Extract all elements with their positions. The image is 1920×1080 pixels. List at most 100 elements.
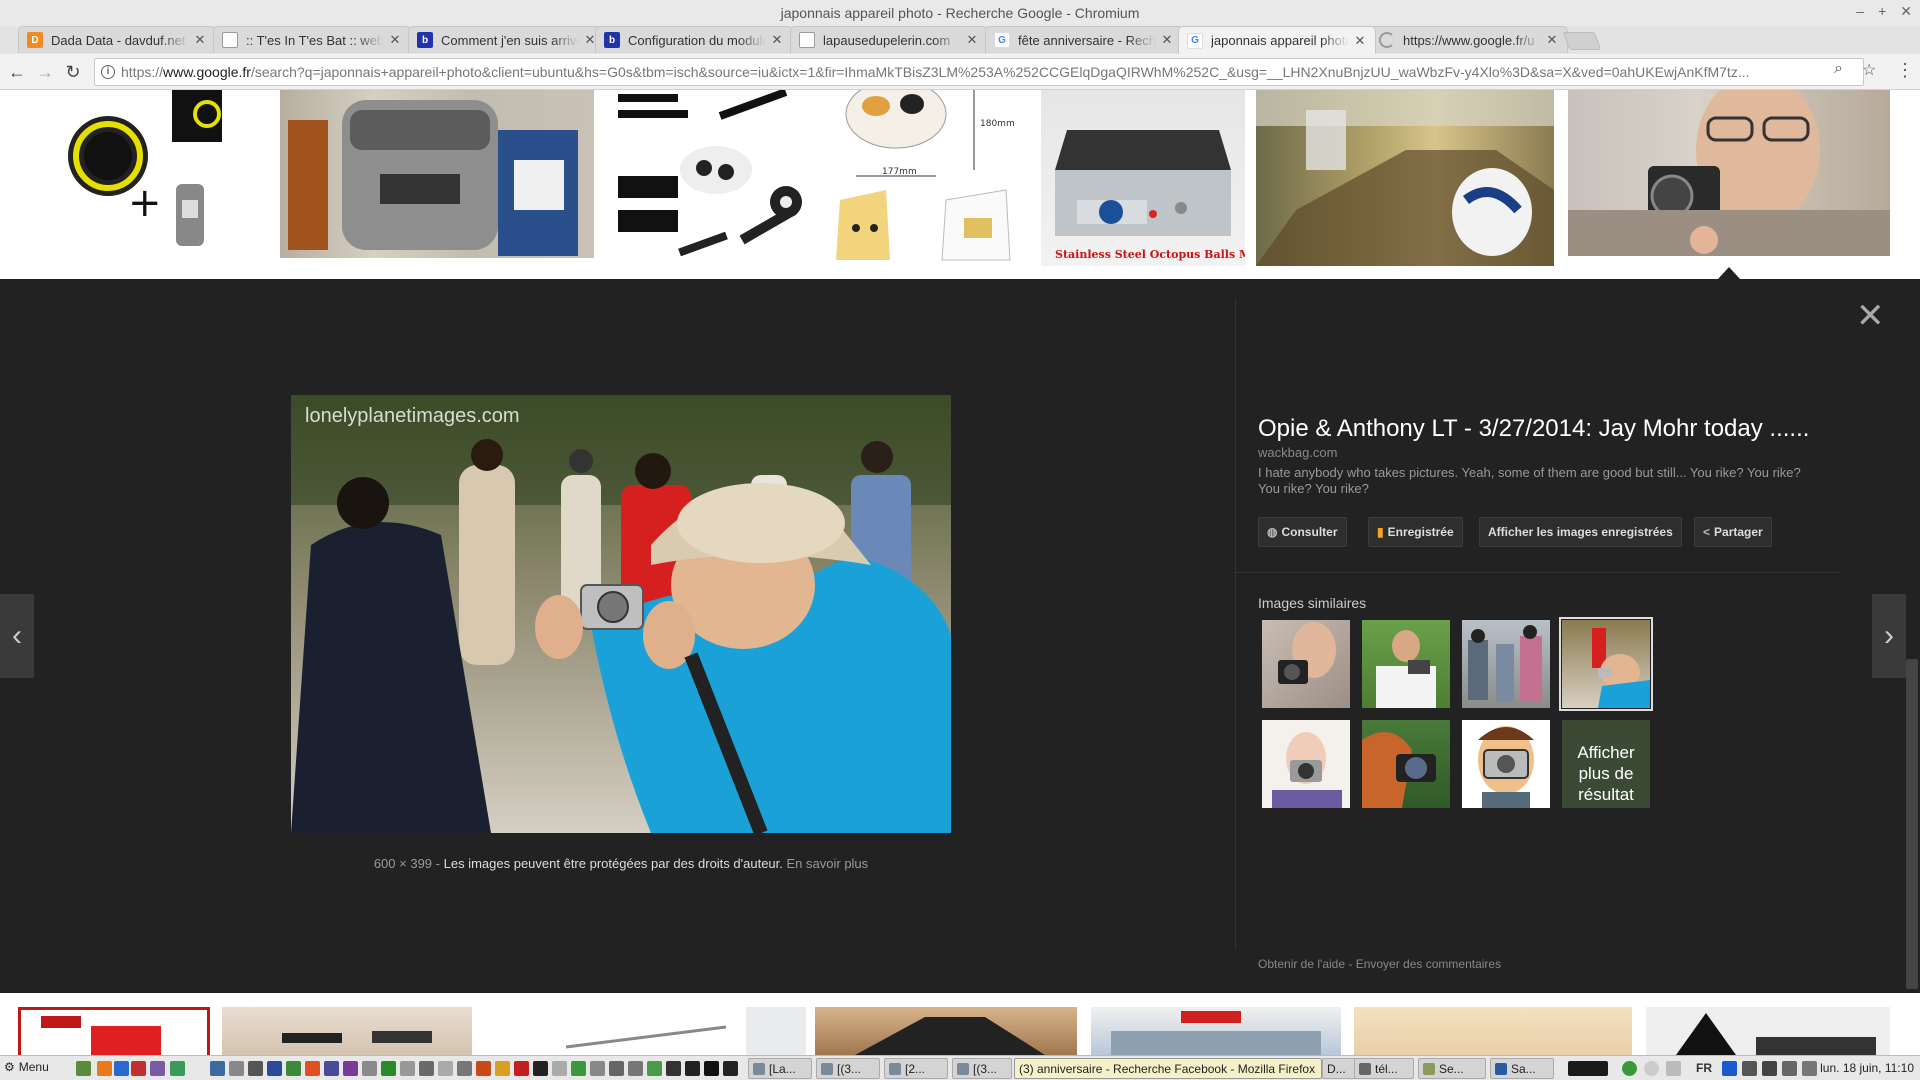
app-icon[interactable] <box>495 1061 510 1076</box>
app-icon[interactable] <box>381 1061 396 1076</box>
thumbnail-image[interactable] <box>222 1007 472 1055</box>
app-icon[interactable] <box>666 1061 681 1076</box>
keyboard-layout-indicator[interactable]: FR <box>1696 1061 1712 1075</box>
tray-icon[interactable] <box>1666 1061 1681 1076</box>
page-scrollbar[interactable] <box>1906 659 1918 989</box>
preview-image[interactable]: lonelyplanetimages.com <box>291 395 951 833</box>
tab-close-icon[interactable]: ✕ <box>770 32 784 48</box>
taskbar-window-active[interactable]: (3) anniversaire - Recherche Facebook - … <box>1014 1058 1322 1079</box>
tab[interactable]: G fête anniversaire - Recherche ✕ <box>985 26 1183 53</box>
saved-button[interactable]: ▮ Enregistrée <box>1368 517 1463 547</box>
taskbar-window[interactable]: [(3... <box>816 1058 880 1079</box>
similar-image[interactable] <box>1462 720 1550 808</box>
bookmark-star-icon[interactable]: ☆ <box>1862 60 1876 80</box>
app-icon[interactable] <box>170 1061 185 1076</box>
previous-image-button[interactable]: ‹ <box>0 594 34 678</box>
clock[interactable]: lun. 18 juin, 11:10 <box>1820 1061 1914 1075</box>
zoom-magnifier-icon[interactable]: ⌕ <box>1834 60 1843 78</box>
thumbnail-image[interactable] <box>1646 1007 1890 1055</box>
taskbar-window[interactable]: Sa... <box>1490 1058 1554 1079</box>
app-icon[interactable] <box>131 1061 146 1076</box>
firefox-icon[interactable] <box>97 1061 112 1076</box>
app-icon[interactable] <box>305 1061 320 1076</box>
tab[interactable]: b Configuration du module ✕ <box>595 26 793 53</box>
taskbar-window[interactable]: tél... <box>1354 1058 1414 1079</box>
back-arrow-icon[interactable]: ← <box>6 61 28 83</box>
app-icon[interactable] <box>362 1061 377 1076</box>
volume-icon[interactable] <box>1782 1061 1797 1076</box>
similar-image[interactable] <box>1362 620 1450 708</box>
view-saved-images-button[interactable]: Afficher les images enregistrées <box>1479 517 1682 547</box>
app-icon[interactable] <box>229 1061 244 1076</box>
app-icon[interactable] <box>476 1061 491 1076</box>
thumbnail-image[interactable] <box>608 90 808 266</box>
shield-icon[interactable] <box>1622 1061 1637 1076</box>
thumbnail-image[interactable]: 180mm 177mm <box>826 90 1026 266</box>
app-icon[interactable] <box>150 1061 165 1076</box>
tab[interactable]: b Comment j'en suis arrivé ✕ <box>408 26 606 53</box>
taskbar-window[interactable]: [La... <box>748 1058 812 1079</box>
app-icon[interactable] <box>419 1061 434 1076</box>
checkmark-icon[interactable] <box>1644 1061 1659 1076</box>
tab-close-icon[interactable]: ✕ <box>1160 32 1174 48</box>
app-icon[interactable] <box>590 1061 605 1076</box>
taskbar-window[interactable]: Se... <box>1418 1058 1486 1079</box>
battery-icon[interactable] <box>1802 1061 1817 1076</box>
app-icon[interactable] <box>571 1061 586 1076</box>
thumbnail-image[interactable] <box>1256 90 1554 266</box>
address-bar[interactable]: i https://www.google.fr/search?q=japonna… <box>94 58 1864 86</box>
more-results-button[interactable]: Afficher plus de résultat <box>1562 720 1650 808</box>
thumbnail-image[interactable] <box>815 1007 1077 1055</box>
app-icon[interactable] <box>609 1061 624 1076</box>
tab-close-icon[interactable]: ✕ <box>1545 32 1559 48</box>
thumbnail-image[interactable]: Stainless Steel Octopus Balls Maker <box>1041 90 1245 266</box>
app-icon[interactable] <box>552 1061 567 1076</box>
thumbnail-image[interactable]: + <box>42 90 232 262</box>
app-icon[interactable] <box>324 1061 339 1076</box>
tab[interactable]: :: T'es In T'es Bat :: webzine ✕ <box>213 26 411 53</box>
menu-dots-icon[interactable]: ⋮ <box>1896 60 1914 81</box>
result-source[interactable]: wackbag.com <box>1258 445 1337 460</box>
app-icon[interactable] <box>248 1061 263 1076</box>
new-tab-button[interactable] <box>1562 32 1602 50</box>
tab-close-icon[interactable]: ✕ <box>965 32 979 48</box>
learn-more-link[interactable]: En savoir plus <box>787 856 869 871</box>
tab[interactable]: lapausedupelerin.com ✕ <box>790 26 988 53</box>
app-icon[interactable] <box>457 1061 472 1076</box>
start-menu-button[interactable]: ⚙ Menu <box>4 1060 49 1074</box>
close-preview-icon[interactable]: ✕ <box>1856 299 1885 333</box>
app-icon[interactable] <box>210 1061 225 1076</box>
show-desktop-icon[interactable] <box>76 1061 91 1076</box>
app-icon[interactable] <box>647 1061 662 1076</box>
app-icon[interactable] <box>628 1061 643 1076</box>
network-icon[interactable] <box>1742 1061 1757 1076</box>
share-button[interactable]: < Partager <box>1694 517 1772 547</box>
taskbar-window[interactable]: [(3... <box>952 1058 1012 1079</box>
visit-button[interactable]: ◍ Consulter <box>1258 517 1347 547</box>
maximize-icon[interactable]: + <box>1878 3 1886 20</box>
chromium-icon[interactable] <box>114 1061 129 1076</box>
feedback-link[interactable]: Envoyer des commentaires <box>1356 957 1501 971</box>
tab-close-icon[interactable]: ✕ <box>388 32 402 48</box>
forward-arrow-icon[interactable]: → <box>34 61 56 83</box>
thumbnail-image[interactable] <box>1354 1007 1632 1055</box>
app-icon[interactable] <box>286 1061 301 1076</box>
app-icon[interactable] <box>723 1061 738 1076</box>
thumbnail-image[interactable] <box>280 90 594 258</box>
thumbnail-image[interactable] <box>486 1007 806 1055</box>
app-icon[interactable] <box>704 1061 719 1076</box>
tab-close-icon[interactable]: ✕ <box>1353 33 1367 49</box>
help-link[interactable]: Obtenir de l'aide <box>1258 957 1345 971</box>
minimize-icon[interactable]: – <box>1856 3 1864 20</box>
app-icon[interactable] <box>438 1061 453 1076</box>
similar-image-selected[interactable] <box>1559 617 1653 711</box>
thumbnail-image[interactable] <box>1091 1007 1341 1055</box>
tab[interactable]: D Dada Data - davduf.net ✕ <box>18 26 216 53</box>
result-title[interactable]: Opie & Anthony LT - 3/27/2014: Jay Mohr … <box>1258 415 1809 443</box>
app-icon[interactable] <box>267 1061 282 1076</box>
app-icon[interactable] <box>343 1061 358 1076</box>
tab-active[interactable]: G japonnais appareil photo ✕ <box>1178 26 1376 54</box>
bluetooth-icon[interactable] <box>1722 1061 1737 1076</box>
app-icon[interactable] <box>514 1061 529 1076</box>
thumbnail-image[interactable] <box>1568 90 1890 256</box>
